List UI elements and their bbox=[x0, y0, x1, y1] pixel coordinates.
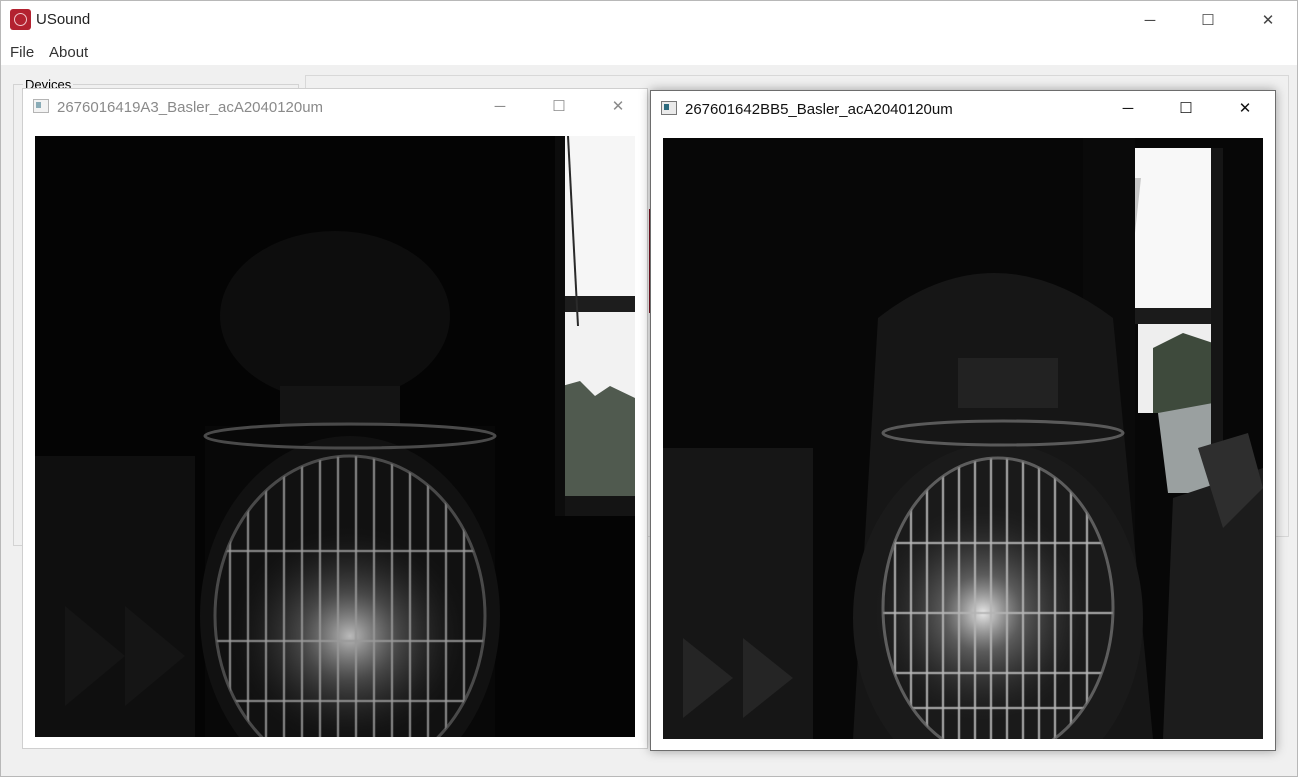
camera-1-maximize-button[interactable]: ☐ bbox=[530, 89, 588, 123]
clipped-background-text bbox=[1, 764, 1298, 778]
minimize-button[interactable]: ─ bbox=[1121, 1, 1179, 39]
camera-2-maximize-button[interactable]: ☐ bbox=[1157, 91, 1215, 125]
camera-window-2[interactable]: 267601642BB5_Basler_acA2040120um ─ ☐ ✕ bbox=[650, 90, 1276, 751]
camera-feed-image bbox=[35, 136, 635, 737]
menu-bar: File About bbox=[1, 39, 1297, 65]
camera-window-1[interactable]: 2676016419A3_Basler_acA2040120um ─ ☐ ✕ bbox=[22, 88, 648, 749]
camera-2-close-button[interactable]: ✕ bbox=[1216, 91, 1274, 125]
camera-1-close-button[interactable]: ✕ bbox=[589, 89, 647, 123]
camera-feed-image bbox=[663, 138, 1263, 739]
maximize-button[interactable]: ☐ bbox=[1179, 1, 1237, 39]
camera-window-icon bbox=[33, 99, 49, 113]
close-button[interactable]: ✕ bbox=[1239, 1, 1297, 39]
camera-2-minimize-button[interactable]: ─ bbox=[1099, 91, 1157, 125]
camera-1-minimize-button[interactable]: ─ bbox=[471, 89, 529, 123]
app-title: USound bbox=[36, 11, 91, 28]
menu-about[interactable]: About bbox=[49, 44, 88, 61]
camera-window-title: 267601642BB5_Basler_acA2040120um bbox=[685, 101, 953, 118]
menu-file[interactable]: File bbox=[10, 44, 34, 61]
title-bar: USound ─ ☐ ✕ bbox=[1, 1, 1297, 39]
camera-window-title: 2676016419A3_Basler_acA2040120um bbox=[57, 99, 324, 116]
camera-window-icon bbox=[661, 101, 677, 115]
usound-logo-icon bbox=[10, 9, 31, 30]
